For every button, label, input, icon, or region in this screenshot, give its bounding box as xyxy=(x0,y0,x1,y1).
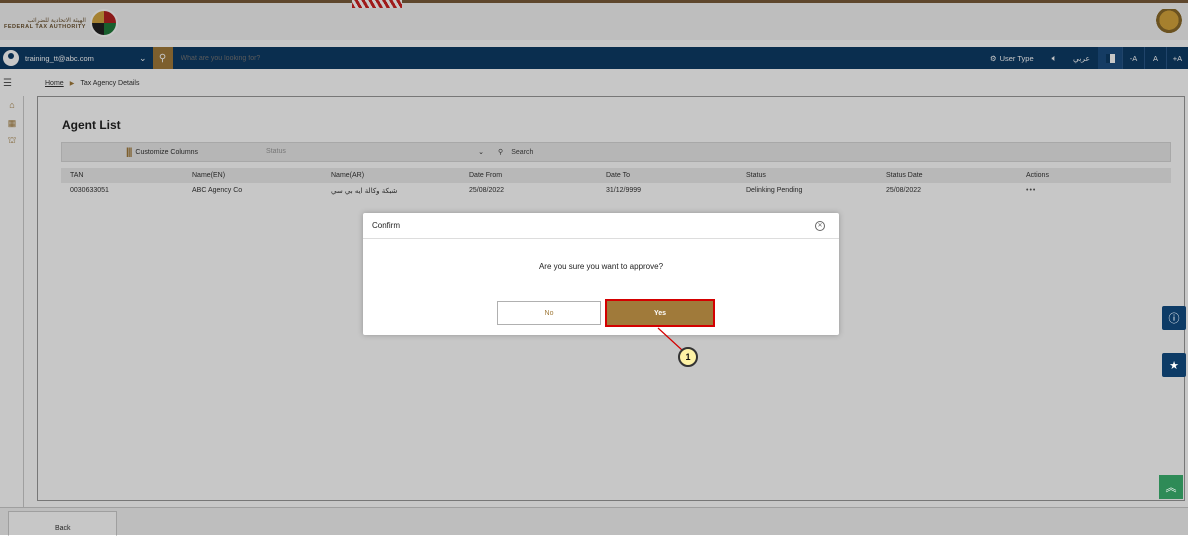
scroll-top-button[interactable]: ︽ xyxy=(1159,475,1183,499)
confirm-dialog: Confirm ✕ Are you sure you want to appro… xyxy=(363,213,839,335)
info-icon: ⓘ xyxy=(1168,313,1180,325)
dialog-message: Are you sure you want to approve? xyxy=(538,262,664,271)
favorites-button[interactable]: ★ xyxy=(1162,353,1186,377)
step-number-badge: 1 xyxy=(678,347,698,367)
double-chevron-up-icon: ︽ xyxy=(1165,482,1177,494)
info-button[interactable]: ⓘ xyxy=(1162,306,1186,330)
no-button[interactable]: No xyxy=(497,301,601,325)
close-icon[interactable]: ✕ xyxy=(815,220,825,231)
yes-button[interactable]: Yes xyxy=(605,299,715,327)
star-icon: ★ xyxy=(1169,359,1179,372)
dialog-title: Confirm xyxy=(372,221,401,230)
dialog-header: Confirm ✕ xyxy=(363,213,839,239)
